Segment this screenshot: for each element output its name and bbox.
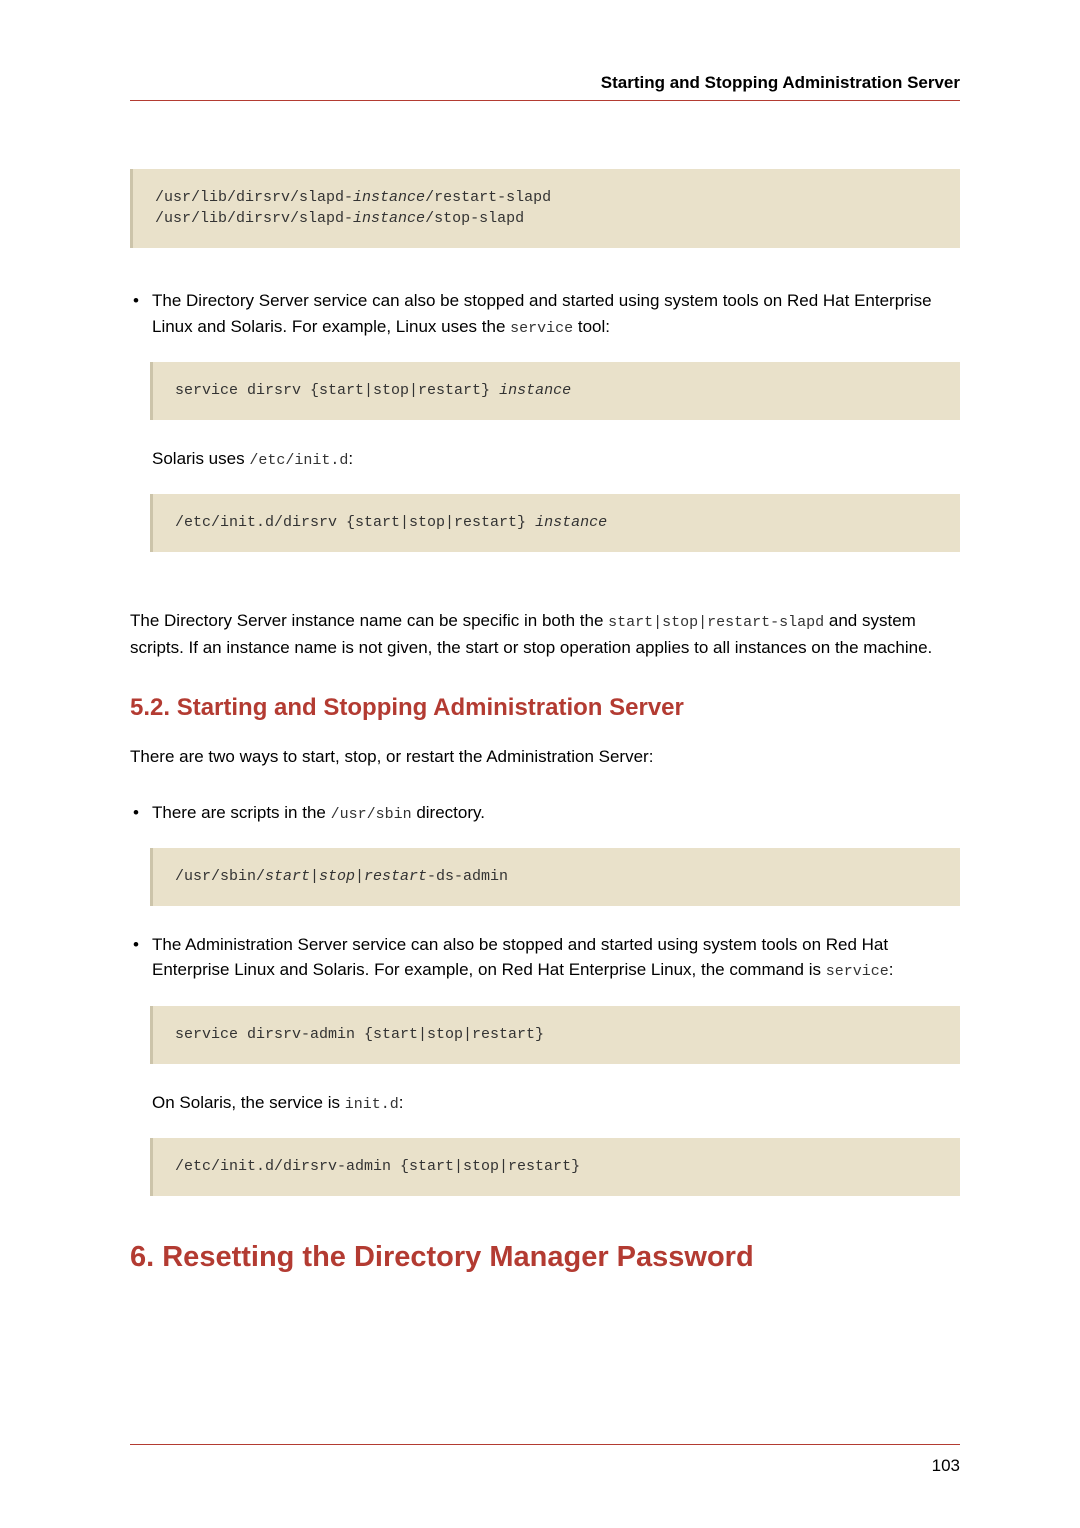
paragraph: There are scripts in the /usr/sbin direc…	[152, 803, 485, 822]
paragraph: On Solaris, the service is init.d:	[152, 1090, 960, 1117]
code-block-service: service dirsrv {start|stop|restart} inst…	[150, 362, 960, 420]
code-text: /stop-slapd	[425, 210, 524, 227]
code-block-initd-admin: /etc/init.d/dirsrv-admin {start|stop|res…	[150, 1138, 960, 1196]
code-text: service dirsrv {start|stop|restart}	[175, 382, 499, 399]
paragraph: The Directory Server service can also be…	[152, 291, 932, 336]
code-text: /usr/lib/dirsrv/slapd-	[155, 210, 353, 227]
paragraph: The Directory Server instance name can b…	[130, 608, 960, 660]
code-variable: instance	[353, 210, 425, 227]
code-variable: instance	[499, 382, 571, 399]
page-footer: 103	[130, 1444, 960, 1479]
code-variable: instance	[353, 189, 425, 206]
inline-code: /etc/init.d	[249, 452, 348, 469]
inline-code: init.d	[345, 1096, 399, 1113]
page: Starting and Stopping Administration Ser…	[0, 0, 1080, 1528]
code-block-restart-stop: /usr/lib/dirsrv/slapd-instance/restart-s…	[130, 169, 960, 249]
code-block-usrsbin: /usr/sbin/start|stop|restart-ds-admin	[150, 848, 960, 906]
code-text: /restart-slapd	[425, 189, 551, 206]
inline-code: service	[510, 320, 573, 337]
paragraph: There are two ways to start, stop, or re…	[130, 744, 960, 770]
code-text: /etc/init.d/dirsrv {start|stop|restart}	[175, 514, 535, 531]
code-block-service-admin: service dirsrv-admin {start|stop|restart…	[150, 1006, 960, 1064]
code-text: service dirsrv-admin {start|stop|restart…	[175, 1026, 544, 1043]
bullet-list-2: There are scripts in the /usr/sbin direc…	[130, 800, 960, 1196]
inline-code: start|stop|restart-slapd	[608, 614, 824, 631]
bullet-list-1: The Directory Server service can also be…	[130, 288, 960, 552]
page-number: 103	[130, 1453, 960, 1479]
code-text: /usr/sbin/	[175, 868, 265, 885]
code-text: /usr/lib/dirsrv/slapd-	[155, 189, 353, 206]
footer-rule	[130, 1444, 960, 1445]
inline-code: /usr/sbin	[331, 806, 412, 823]
inline-code: service	[826, 963, 889, 980]
paragraph: Solaris uses /etc/init.d:	[152, 446, 960, 473]
section-heading-5-2: 5.2. Starting and Stopping Administratio…	[130, 690, 960, 726]
code-variable: start|stop|restart	[265, 868, 427, 885]
chapter-heading-6: 6. Resetting the Directory Manager Passw…	[130, 1236, 960, 1280]
list-item: There are scripts in the /usr/sbin direc…	[130, 800, 960, 906]
code-variable: instance	[535, 514, 607, 531]
list-item: The Administration Server service can al…	[130, 932, 960, 1196]
code-text: /etc/init.d/dirsrv-admin {start|stop|res…	[175, 1158, 580, 1175]
list-item: The Directory Server service can also be…	[130, 288, 960, 552]
code-text: -ds-admin	[427, 868, 508, 885]
running-header: Starting and Stopping Administration Ser…	[130, 70, 960, 96]
paragraph: The Administration Server service can al…	[152, 935, 893, 980]
code-block-initd: /etc/init.d/dirsrv {start|stop|restart} …	[150, 494, 960, 552]
